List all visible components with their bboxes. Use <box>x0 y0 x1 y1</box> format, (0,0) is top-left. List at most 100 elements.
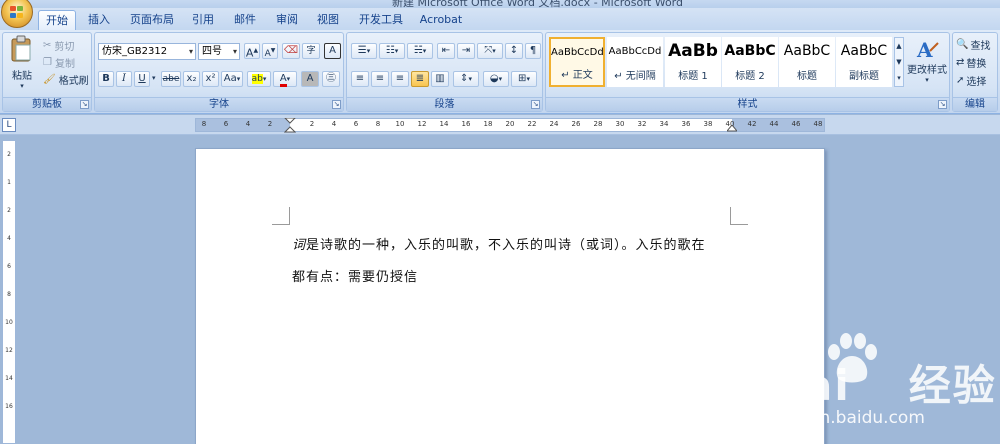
justify-button[interactable]: ≣ <box>411 71 429 87</box>
italic-button[interactable]: I <box>116 71 132 87</box>
bullets-button[interactable]: ☰▾ <box>351 43 377 59</box>
tab-view[interactable]: 视图 <box>313 10 343 30</box>
copy-button[interactable]: ❐ 复制 <box>43 55 75 70</box>
style-no-spacing[interactable]: AaBbCcDd ↵ 无间隔 <box>607 37 663 87</box>
chinese-layout-button[interactable]: ⤧▾ <box>477 43 503 59</box>
chevron-down-icon[interactable]: ▾ <box>152 74 156 82</box>
font-color-button[interactable]: A▾ <box>273 71 297 87</box>
ruler-number: 6 <box>353 120 359 128</box>
document-page[interactable]: 词是诗歌的一种，入乐的叫歌，不入乐的叫诗（或词）。入乐的歌在 都有点：需要仍授信 <box>195 148 825 444</box>
change-styles-button[interactable]: A 更改样式 ▾ <box>906 37 948 87</box>
copy-label: 复制 <box>54 59 75 70</box>
paste-label: 粘贴 <box>12 71 32 82</box>
chevron-up-icon[interactable]: ▲ <box>895 38 903 54</box>
bold-button[interactable]: B <box>98 71 114 87</box>
multilevel-list-button[interactable]: ☵▾ <box>407 43 433 59</box>
shading-button[interactable]: ◒▾ <box>483 71 509 87</box>
char-border-button[interactable]: A <box>324 43 341 59</box>
ruler-bar: L 8 6 4 2 2 4 6 8 10 12 14 16 18 20 22 24 26 28 30 32 34 36 38… <box>0 115 1000 135</box>
find-label: 查找 <box>970 41 991 52</box>
clear-format-button[interactable]: ⌫ <box>282 43 300 59</box>
ruler-number: 28 <box>593 120 603 128</box>
numbering-button[interactable]: ☷▾ <box>379 43 405 59</box>
ruler-number: 6 <box>223 120 229 128</box>
multilevel-list-icon: ☵ <box>413 45 423 56</box>
style-heading-2[interactable]: AaBbC 标题 2 <box>722 37 778 87</box>
tab-page-layout[interactable]: 页面布局 <box>126 10 178 30</box>
ruler-number: 12 <box>417 120 427 128</box>
style-title[interactable]: AaBbC 标题 <box>779 37 835 87</box>
format-painter-button[interactable]: 🖌 格式刷 <box>43 72 89 87</box>
ruler-number: 38 <box>703 120 713 128</box>
document-line-1[interactable]: 词是诗歌的一种，入乐的叫歌，不入乐的叫诗（或词）。入乐的歌在 <box>292 234 706 253</box>
superscript-button[interactable]: x² <box>202 71 219 87</box>
replace-button[interactable]: ⇄ 替换 <box>956 55 986 70</box>
horizontal-ruler[interactable]: 8 6 4 2 2 4 6 8 10 12 14 16 18 20 22 24 26 28 30 32 34 36 38 40… <box>195 118 825 134</box>
body-text: 是诗歌的一种，入乐的叫歌，不入乐的叫诗（或词）。入乐的歌在 <box>306 238 706 253</box>
font-launcher-icon[interactable]: ↘ <box>332 100 341 109</box>
change-case-label: Aa <box>223 73 237 84</box>
enclose-char-button[interactable]: ㊂ <box>322 71 340 87</box>
more-icon[interactable]: ▾ <box>895 70 903 86</box>
chevron-down-icon: ▾ <box>232 47 237 56</box>
grow-font-button[interactable]: A▲ <box>244 43 260 60</box>
find-button[interactable]: 🔍 查找 <box>956 37 990 52</box>
tab-selector[interactable]: L <box>2 118 16 132</box>
right-indent-marker-icon[interactable] <box>727 125 737 134</box>
decrease-indent-button[interactable]: ⇤ <box>437 43 455 59</box>
document-line-2[interactable]: 都有点：需要仍授信 <box>292 266 418 285</box>
align-center-button[interactable]: ≡ <box>371 71 389 87</box>
highlight-button[interactable]: ab▾ <box>247 71 271 87</box>
font-size-combo[interactable]: 四号 ▾ <box>198 43 240 60</box>
ribbon-tabs: 开始 插入 页面布局 引用 邮件 审阅 视图 开发工具 Acrobat <box>0 8 1000 30</box>
vertical-ruler[interactable]: 2 1 2 4 6 8 10 12 14 16 <box>2 140 16 444</box>
style-heading-1[interactable]: AaBb 标题 1 <box>665 37 721 87</box>
phonetic-guide-button[interactable]: 字 <box>302 43 320 59</box>
window-title: 新建 Microsoft Office Word 文档.docx - Micro… <box>392 0 683 8</box>
subscript-button[interactable]: x₂ <box>183 71 200 87</box>
align-right-button[interactable]: ≡ <box>391 71 409 87</box>
distribute-button[interactable]: ▥ <box>431 71 449 87</box>
show-marks-button[interactable]: ¶ <box>525 43 541 59</box>
paste-button[interactable]: 粘贴 ▾ <box>7 35 37 95</box>
line-spacing-button[interactable]: ⇕▾ <box>453 71 479 87</box>
align-left-icon: ≡ <box>355 73 365 84</box>
sort-button[interactable]: ↕ <box>505 43 523 59</box>
char-shading-button[interactable]: A <box>301 71 319 87</box>
change-case-button[interactable]: Aa▾ <box>221 71 243 87</box>
clipboard-launcher-icon[interactable]: ↘ <box>80 100 89 109</box>
font-size-value: 四号 <box>202 46 222 57</box>
increase-indent-button[interactable]: ⇥ <box>457 43 475 59</box>
style-name: 标题 1 <box>678 71 708 82</box>
underline-button[interactable]: U <box>134 71 150 87</box>
style-name: 标题 2 <box>735 71 765 82</box>
tab-insert[interactable]: 插入 <box>84 10 114 30</box>
style-normal[interactable]: AaBbCcDd ↵ 正文 <box>549 37 605 87</box>
cut-button[interactable]: ✂ 剪切 <box>43 38 74 53</box>
chevron-down-icon: ▾ <box>925 76 929 84</box>
indent-marker-icon[interactable] <box>284 118 296 134</box>
paragraph-launcher-icon[interactable]: ↘ <box>531 100 540 109</box>
ruler-number: 24 <box>549 120 559 128</box>
tab-home[interactable]: 开始 <box>38 10 76 30</box>
tab-mailings[interactable]: 邮件 <box>230 10 260 30</box>
borders-button[interactable]: ⊞▾ <box>511 71 537 87</box>
ruler-number: 4 <box>331 120 337 128</box>
office-logo-icon <box>10 6 25 19</box>
format-painter-label: 格式刷 <box>58 76 89 87</box>
font-name-combo[interactable]: 仿宋_GB2312 ▾ <box>98 43 196 60</box>
styles-launcher-icon[interactable]: ↘ <box>938 100 947 109</box>
tab-developer[interactable]: 开发工具 <box>355 10 407 30</box>
shrink-font-button[interactable]: A▼ <box>262 43 278 59</box>
bullet-list-icon: ☰ <box>357 45 367 56</box>
tab-acrobat[interactable]: Acrobat <box>418 10 464 30</box>
chevron-down-icon[interactable]: ▼ <box>895 54 903 70</box>
style-subtitle[interactable]: AaBbC 副标题 <box>836 37 892 87</box>
select-button[interactable]: ➚ 选择 <box>956 73 986 88</box>
tab-references[interactable]: 引用 <box>188 10 218 30</box>
strikethrough-button[interactable]: abe <box>161 71 181 87</box>
tab-review[interactable]: 审阅 <box>272 10 302 30</box>
style-sample: AaBbCcDd <box>551 47 603 58</box>
gallery-scroll[interactable]: ▲ ▼ ▾ <box>894 37 904 87</box>
align-left-button[interactable]: ≡ <box>351 71 369 87</box>
